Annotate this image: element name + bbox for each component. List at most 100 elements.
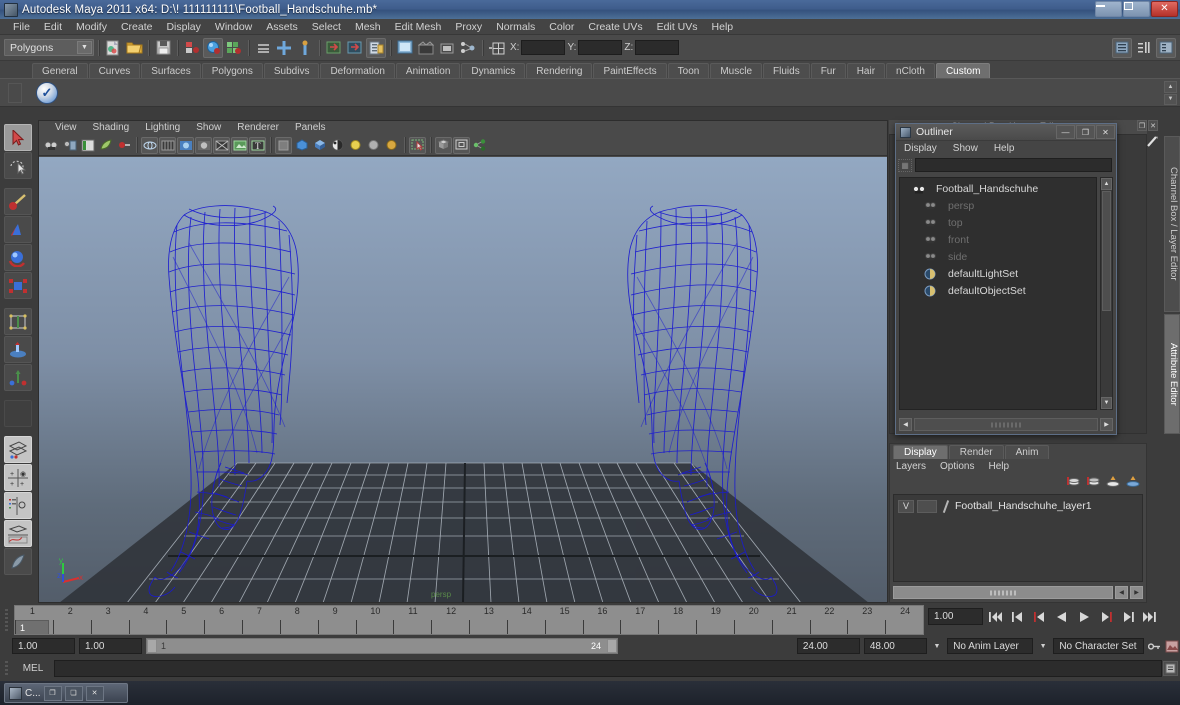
new-layer-icon[interactable] bbox=[1065, 475, 1080, 489]
minimize-button[interactable] bbox=[1095, 1, 1122, 17]
taskbar-item[interactable]: C... ❐ ❏ ✕ bbox=[4, 683, 128, 703]
scroll-right-icon[interactable]: ▶ bbox=[1130, 586, 1143, 599]
two-sided-lighting-icon[interactable] bbox=[97, 137, 114, 154]
text-overlay-icon[interactable]: T bbox=[249, 136, 266, 154]
vtab-channel-box-layer-editor[interactable]: Channel Box / Layer Editor bbox=[1164, 136, 1180, 312]
outliner-vertical-scrollbar[interactable]: ▲ ▼ bbox=[1100, 177, 1113, 410]
shelf-tab-muscle[interactable]: Muscle bbox=[710, 63, 763, 78]
layer-type-toggle[interactable] bbox=[917, 499, 937, 513]
search-icon[interactable]: ▦ bbox=[898, 158, 912, 172]
snap-point-icon[interactable] bbox=[274, 38, 294, 58]
menu-modify[interactable]: Modify bbox=[69, 19, 114, 35]
toggle-channel-box-icon[interactable] bbox=[1156, 37, 1176, 58]
animation-preferences-icon[interactable] bbox=[1165, 639, 1180, 654]
shelf-tab-curves[interactable]: Curves bbox=[88, 63, 141, 78]
panel-zoom-icon[interactable] bbox=[453, 136, 470, 154]
viewport-menu-renderer[interactable]: Renderer bbox=[229, 121, 287, 135]
shaded-cube-icon[interactable] bbox=[311, 137, 328, 154]
previous-key-button[interactable] bbox=[1030, 607, 1049, 626]
scroll-left-icon[interactable]: ◀ bbox=[1115, 586, 1128, 599]
vtab-attribute-editor[interactable]: Attribute Editor bbox=[1164, 314, 1180, 434]
scroll-left-icon[interactable]: ◀ bbox=[899, 418, 912, 431]
layer-menu-layers[interactable]: Layers bbox=[896, 461, 940, 472]
play-backwards-button[interactable] bbox=[1052, 607, 1071, 626]
range-end-field[interactable]: 48.00 bbox=[863, 638, 927, 654]
texture-checker-icon[interactable] bbox=[329, 137, 346, 154]
playblast-icon[interactable] bbox=[416, 38, 436, 58]
history-on-icon[interactable] bbox=[324, 38, 344, 58]
menu-edit-uvs[interactable]: Edit UVs bbox=[650, 19, 705, 35]
outliner-search-input[interactable] bbox=[915, 158, 1112, 172]
light-all-icon[interactable] bbox=[383, 137, 400, 154]
scale-tool[interactable] bbox=[4, 272, 32, 299]
universal-manipulator-tool[interactable] bbox=[4, 308, 32, 335]
chevron-down-icon[interactable]: ▼ bbox=[931, 638, 943, 654]
render-icon[interactable] bbox=[203, 37, 223, 58]
new-layer-from-selected-icon[interactable] bbox=[1085, 475, 1100, 489]
light-default-icon[interactable] bbox=[347, 137, 364, 154]
range-handle-left[interactable] bbox=[147, 639, 157, 653]
layer-visibility-toggle[interactable]: V bbox=[898, 499, 914, 513]
outliner-menu-show[interactable]: Show bbox=[953, 143, 994, 154]
layout-single-perspective-icon[interactable] bbox=[4, 436, 32, 463]
chevron-down-icon[interactable]: ▼ bbox=[1037, 638, 1049, 654]
shelf-tab-custom[interactable]: Custom bbox=[935, 63, 991, 78]
shelf-tab-animation[interactable]: Animation bbox=[395, 63, 461, 78]
play-forwards-button[interactable] bbox=[1074, 607, 1093, 626]
outliner-item-defaultobjectset[interactable]: defaultObjectSet bbox=[900, 282, 1096, 299]
rotate-tool[interactable] bbox=[4, 244, 32, 271]
menu-file[interactable]: File bbox=[6, 19, 37, 35]
shelf-scroll-up-icon[interactable]: ▲ bbox=[1164, 81, 1177, 93]
shelf-tab-toon[interactable]: Toon bbox=[667, 63, 710, 78]
shelf-tab-hair[interactable]: Hair bbox=[846, 63, 886, 78]
outliner-item-front[interactable]: front bbox=[900, 231, 1096, 248]
move-tool[interactable] bbox=[4, 216, 32, 243]
undo-icon[interactable] bbox=[182, 38, 202, 58]
range-handle-right[interactable] bbox=[607, 639, 617, 653]
menu-color[interactable]: Color bbox=[542, 19, 581, 35]
menu-select[interactable]: Select bbox=[305, 19, 348, 35]
layer-menu-help[interactable]: Help bbox=[988, 461, 1023, 472]
outliner-item-list[interactable]: Football_Handschuhe persp top front side… bbox=[899, 177, 1097, 410]
viewport-menu-lighting[interactable]: Lighting bbox=[137, 121, 188, 135]
layout-four-view-icon[interactable]: + ◉ + + bbox=[4, 464, 32, 491]
layer-name[interactable]: Football_Handschuhe_layer1 bbox=[955, 500, 1092, 512]
shelf-grip[interactable] bbox=[8, 83, 22, 103]
menu-create[interactable]: Create bbox=[114, 19, 160, 35]
key-icon[interactable] bbox=[1147, 638, 1161, 654]
toggle-tool-settings-icon[interactable] bbox=[1134, 38, 1154, 58]
character-set-dropdown[interactable]: No Character Set bbox=[1053, 638, 1144, 654]
command-line-input[interactable] bbox=[54, 660, 1162, 677]
shelf-tab-deformation[interactable]: Deformation bbox=[320, 63, 395, 78]
current-frame-indicator[interactable]: 1 bbox=[15, 620, 49, 634]
shelf-tab-surfaces[interactable]: Surfaces bbox=[141, 63, 201, 78]
textured-mode-icon[interactable] bbox=[231, 136, 248, 154]
outliner-item-football-handschuhe[interactable]: Football_Handschuhe bbox=[900, 180, 1096, 197]
y-input[interactable] bbox=[578, 40, 623, 55]
shelf-tab-dynamics[interactable]: Dynamics bbox=[461, 63, 526, 78]
layer-up-icon[interactable] bbox=[1105, 475, 1120, 489]
viewport-3d-scene[interactable]: persp y x z bbox=[39, 157, 887, 602]
current-time-field[interactable]: 1.00 bbox=[928, 608, 983, 625]
outliner-close-button[interactable]: ✕ bbox=[1096, 125, 1115, 139]
outliner-maximize-button[interactable]: ❐ bbox=[1076, 125, 1095, 139]
shelf-scroll-controls[interactable]: ▲ ▼ bbox=[1164, 81, 1177, 105]
menu-proxy[interactable]: Proxy bbox=[448, 19, 489, 35]
shelf-tab-general[interactable]: General bbox=[32, 63, 88, 78]
layer-tab-anim[interactable]: Anim bbox=[1004, 445, 1050, 459]
outliner-menu-help[interactable]: Help bbox=[994, 143, 1031, 154]
snap-grid-icon[interactable] bbox=[253, 38, 273, 58]
command-line-grip[interactable] bbox=[0, 658, 12, 679]
scroll-track[interactable] bbox=[893, 586, 1113, 599]
keyframe-icon[interactable] bbox=[115, 137, 132, 154]
viewport-menu-shading[interactable]: Shading bbox=[85, 121, 138, 135]
outliner-item-side[interactable]: side bbox=[900, 248, 1096, 265]
smooth-shade-all-icon[interactable] bbox=[159, 136, 176, 154]
render-settings-icon[interactable] bbox=[437, 38, 457, 58]
default-material-icon[interactable] bbox=[293, 137, 310, 154]
playback-end-field[interactable]: 24.00 bbox=[796, 638, 860, 654]
outliner-minimize-button[interactable]: — bbox=[1056, 125, 1075, 139]
isolate-select-icon[interactable] bbox=[435, 136, 452, 154]
go-to-start-button[interactable] bbox=[986, 607, 1005, 626]
layout-persp-graph-icon[interactable] bbox=[4, 520, 32, 547]
